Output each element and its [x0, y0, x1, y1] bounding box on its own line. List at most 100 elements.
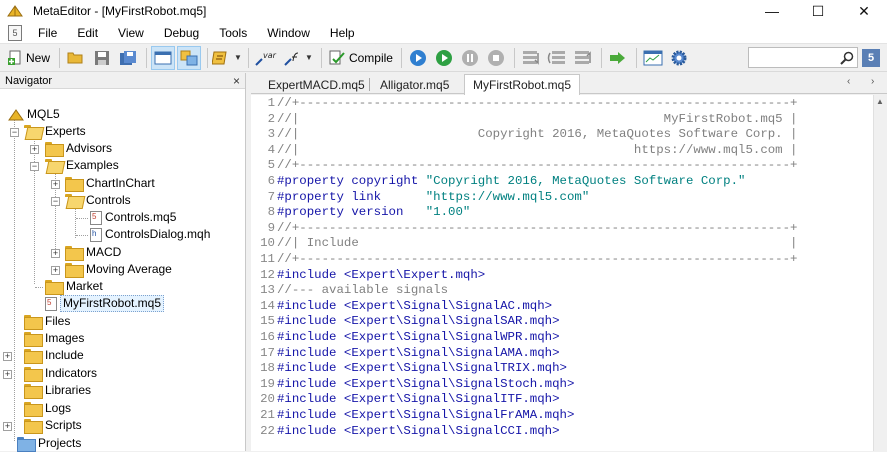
minimize-button[interactable]: —	[749, 0, 795, 22]
tree-item-files[interactable]: Files	[24, 313, 70, 330]
menu-help[interactable]: Help	[320, 22, 365, 44]
menu-view[interactable]: View	[108, 22, 154, 44]
code-line[interactable]: 22 #include <Expert\Signal\SignalCCI.mqh>	[251, 424, 559, 440]
expand-toggle-icon[interactable]: +	[51, 249, 60, 258]
code-line[interactable]: 9//+------------------------------------…	[251, 221, 798, 237]
tree-item-macd[interactable]: MACD	[65, 244, 121, 261]
vertical-scrollbar[interactable]: ▲	[873, 95, 887, 451]
tree-item-controls-mq5[interactable]: 5 Controls.mq5	[90, 209, 176, 226]
tree-item-images[interactable]: Images	[24, 330, 84, 347]
document-icon[interactable]: 5	[8, 24, 22, 41]
collapse-toggle-icon[interactable]: −	[10, 128, 19, 137]
stop-button[interactable]	[484, 46, 508, 70]
tab-expertmacd[interactable]: ExpertMACD.mq5	[260, 75, 373, 94]
debug-start-real-button[interactable]	[406, 46, 430, 70]
navigator-toggle-button[interactable]	[151, 45, 176, 70]
tree-item-market[interactable]: Market	[45, 278, 103, 295]
tree-item-scripts[interactable]: Scripts	[24, 417, 82, 434]
expand-toggle-icon[interactable]: +	[3, 370, 12, 379]
open-button[interactable]	[64, 46, 88, 70]
insert-button[interactable]: ▼	[212, 46, 242, 70]
tree-item-examples[interactable]: Examples	[45, 157, 119, 174]
stop-icon	[487, 49, 504, 66]
code-editor[interactable]: 1//+------------------------------------…	[251, 95, 873, 451]
tree-label: Indicators	[45, 366, 98, 380]
code-line[interactable]: 16 #include <Expert\Signal\SignalWPR.mqh>	[251, 330, 559, 346]
options-button[interactable]	[667, 46, 691, 70]
tree-item-mql5[interactable]: MQL5	[8, 106, 60, 123]
code-line[interactable]: 19 #include <Expert\Signal\SignalStoch.mq…	[251, 377, 574, 393]
close-button[interactable]: ✕	[841, 0, 887, 22]
compile-button[interactable]: Compile	[326, 46, 395, 70]
pause-button[interactable]	[458, 46, 482, 70]
search-icon[interactable]	[839, 50, 855, 66]
code-line[interactable]: 12 #include <Expert\Expert.mqh>	[251, 268, 485, 284]
save-all-button[interactable]	[116, 46, 140, 70]
tree-item-experts[interactable]: Experts	[24, 123, 86, 140]
functions-button[interactable]: ▼	[281, 46, 315, 70]
step-into-button[interactable]	[519, 46, 543, 70]
tab-scroll-left-icon[interactable]: ‹	[847, 76, 850, 87]
tree-item-include[interactable]: Include	[24, 347, 84, 364]
menu-file[interactable]: File	[28, 22, 67, 44]
tree-item-chartinchart[interactable]: ChartInChart	[65, 175, 155, 192]
code-line[interactable]: 6 #property copyright "Copyright 2016, Me…	[251, 174, 746, 190]
variables-button[interactable]: var	[253, 46, 279, 70]
expand-toggle-icon[interactable]: +	[51, 266, 60, 275]
menu-bar: 5 File Edit View Debug Tools Window Help	[0, 22, 887, 44]
tab-alligator[interactable]: Alligator.mq5	[372, 75, 457, 94]
menu-debug[interactable]: Debug	[154, 22, 209, 44]
collapse-toggle-icon[interactable]: −	[51, 197, 60, 206]
expand-toggle-icon[interactable]: +	[3, 352, 12, 361]
tree-item-controlsdialog-mqh[interactable]: h ControlsDialog.mqh	[90, 226, 210, 243]
code-line[interactable]: 18 #include <Expert\Signal\SignalTRIX.mqh…	[251, 361, 567, 377]
expand-toggle-icon[interactable]: +	[51, 180, 60, 189]
code-line[interactable]: 1//+------------------------------------…	[251, 96, 798, 112]
code-line[interactable]: 8 #property version "1.00"	[251, 205, 471, 221]
tree-item-logs[interactable]: Logs	[24, 400, 71, 417]
menu-window[interactable]: Window	[257, 22, 320, 44]
mql5-help-icon[interactable]: 5	[862, 49, 880, 67]
code-line[interactable]: 17 #include <Expert\Signal\SignalAMA.mqh>	[251, 346, 559, 362]
tree-item-controls[interactable]: Controls	[65, 192, 131, 209]
code-line[interactable]: 14 #include <Expert\Signal\SignalAC.mqh>	[251, 299, 552, 315]
tree-item-myfirstrobot-mq5[interactable]: 5 MyFirstRobot.mq5	[45, 295, 165, 312]
navigator-close-icon[interactable]: ×	[233, 74, 240, 88]
code-line[interactable]: 21 #include <Expert\Signal\SignalFrAMA.mq…	[251, 408, 574, 424]
maximize-button[interactable]: ☐	[795, 0, 841, 22]
code-line[interactable]: 20 #include <Expert\Signal\SignalITF.mqh>	[251, 392, 559, 408]
step-over-button[interactable]	[545, 46, 569, 70]
toolbox-toggle-button[interactable]	[177, 45, 202, 70]
debug-start-history-button[interactable]	[432, 46, 456, 70]
code-text: //+-------------------------------------…	[277, 96, 798, 112]
folder-blue-icon	[17, 437, 36, 452]
tab-scroll-right-icon[interactable]: ›	[871, 76, 874, 87]
code-line[interactable]: 13//--- available signals	[251, 283, 448, 299]
collapse-toggle-icon[interactable]: −	[30, 162, 39, 171]
tree-item-advisors[interactable]: Advisors	[45, 140, 112, 157]
code-line[interactable]: 10//| Include |	[251, 236, 797, 252]
code-directive: #include	[277, 392, 344, 407]
menu-edit[interactable]: Edit	[67, 22, 108, 44]
save-button[interactable]	[90, 46, 114, 70]
tree-item-indicators[interactable]: Indicators	[24, 365, 97, 382]
step-out-button[interactable]	[571, 46, 595, 70]
market-button[interactable]	[641, 46, 665, 70]
expand-toggle-icon[interactable]: +	[30, 145, 39, 154]
menu-tools[interactable]: Tools	[209, 22, 257, 44]
breakpoint-button[interactable]	[606, 46, 630, 70]
code-line[interactable]: 2//| MyFirstRobot.mq5 |	[251, 112, 798, 128]
code-line[interactable]: 15 #include <Expert\Signal\SignalSAR.mqh>	[251, 314, 559, 330]
code-line[interactable]: 5//+------------------------------------…	[251, 158, 798, 174]
tab-myfirstrobot[interactable]: MyFirstRobot.mq5	[464, 74, 581, 95]
tree-item-moving-average[interactable]: Moving Average	[65, 261, 172, 278]
code-line[interactable]: 7 #property link "https://www.mql5.com"	[251, 190, 590, 206]
scroll-up-icon[interactable]: ▲	[876, 97, 884, 106]
expand-toggle-icon[interactable]: +	[3, 422, 12, 431]
code-line[interactable]: 3//| Copyright 2016, MetaQuotes Software…	[251, 127, 798, 143]
tree-item-libraries[interactable]: Libraries	[24, 382, 91, 399]
code-line[interactable]: 11//+-----------------------------------…	[251, 252, 797, 268]
new-button[interactable]: New	[4, 46, 53, 70]
tree-item-projects[interactable]: Projects	[17, 435, 81, 452]
code-line[interactable]: 4//| https://www.mql5.com |	[251, 143, 798, 159]
